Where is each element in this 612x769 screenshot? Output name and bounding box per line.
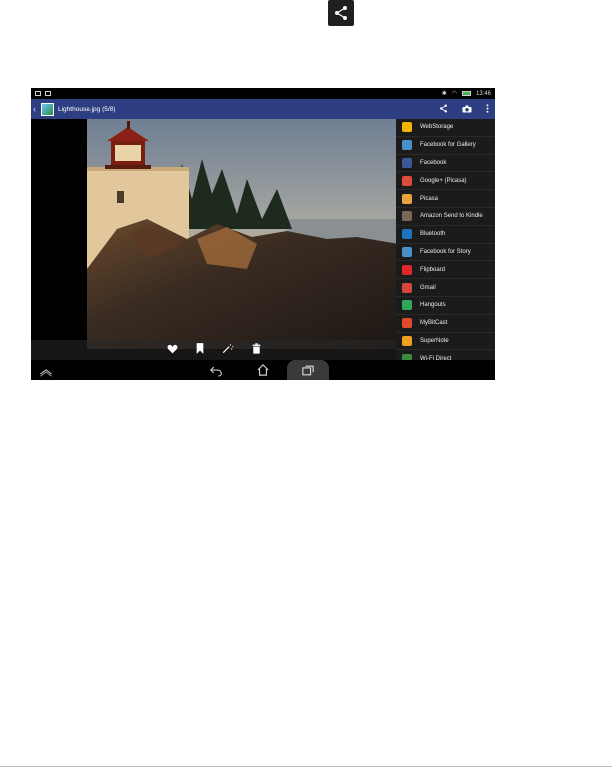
share-menu-item-label: Google+ (Picasa)	[420, 177, 467, 184]
recent-apps-icon[interactable]	[287, 360, 329, 380]
share-menu-item-label: MyBitCast	[420, 320, 448, 327]
recent-up-icon[interactable]	[39, 364, 53, 380]
share-menu-item-label: Picasa	[420, 195, 439, 202]
bluetooth-status-icon: ✱	[441, 91, 447, 97]
magic-wand-icon[interactable]	[222, 341, 234, 359]
action-bar: ‹ Lighthouse.jpg (5/8)	[31, 99, 495, 119]
share-app-icon	[402, 264, 412, 275]
share-menu-item[interactable]: Gmail	[396, 279, 495, 297]
share-menu-item-label: Gmail	[420, 284, 436, 291]
share-menu: WebStorage Facebook for Gallery Facebook Go…	[396, 119, 495, 360]
wifi-icon: ◠	[451, 91, 457, 97]
share-menu-item-label: Hangouts	[420, 302, 446, 309]
share-icon[interactable]	[439, 100, 448, 118]
camera-icon[interactable]	[462, 100, 472, 118]
share-menu-item-label: Bluetooth	[420, 231, 446, 238]
heart-icon[interactable]	[167, 341, 178, 359]
share-app-icon	[402, 282, 412, 293]
share-menu-item[interactable]: Facebook	[396, 155, 495, 173]
share-app-icon	[402, 229, 412, 240]
share-menu-item-label: SuperNote	[420, 337, 449, 344]
tablet-screen: ✱ ◠ 13:46 ‹ Lighthouse.jpg (5/8) WebStor…	[31, 88, 495, 380]
lighthouse-photo	[87, 119, 399, 349]
share-app-icon	[402, 140, 412, 151]
status-bar: ✱ ◠ 13:46	[31, 88, 495, 99]
share-icon[interactable]	[328, 0, 354, 26]
share-menu-item[interactable]: Bluetooth	[396, 226, 495, 244]
share-menu-item-label: Amazon Send to Kindle	[420, 213, 483, 220]
gallery-thumbnail-icon[interactable]	[41, 102, 54, 116]
share-app-icon	[402, 300, 412, 311]
up-chevron-icon[interactable]: ‹	[31, 104, 41, 114]
share-menu-item-label: Facebook for Story	[420, 248, 471, 255]
navigation-bar	[31, 360, 495, 380]
share-menu-item[interactable]: WebStorage	[396, 119, 495, 137]
share-menu-item-label: Facebook for Gallery	[420, 142, 476, 149]
share-menu-item-label: WebStorage	[420, 124, 454, 131]
gallery-notification-icon	[45, 91, 51, 96]
bookmark-icon[interactable]	[196, 341, 204, 359]
share-app-icon	[402, 211, 412, 222]
share-app-icon	[402, 193, 412, 204]
battery-icon	[461, 91, 471, 96]
home-icon[interactable]	[257, 363, 269, 380]
notification-icon	[35, 91, 41, 96]
share-menu-item-label: Facebook	[420, 159, 447, 166]
page-title: Lighthouse.jpg (5/8)	[58, 105, 116, 113]
share-menu-item[interactable]: MyBitCast	[396, 315, 495, 333]
share-app-icon	[402, 246, 412, 257]
share-menu-item[interactable]: Hangouts	[396, 297, 495, 315]
share-menu-item[interactable]: Picasa	[396, 190, 495, 208]
page-divider	[0, 766, 612, 767]
share-menu-item[interactable]: Amazon Send to Kindle	[396, 208, 495, 226]
photo-action-bar	[31, 340, 396, 360]
share-menu-item-label: Flipboard	[420, 266, 446, 273]
share-menu-item[interactable]: Wi-Fi Direct	[396, 350, 495, 360]
share-menu-item[interactable]: Facebook for Story	[396, 244, 495, 262]
share-app-icon	[402, 157, 412, 168]
share-menu-item[interactable]: Flipboard	[396, 261, 495, 280]
share-app-icon	[402, 335, 412, 346]
trash-icon[interactable]	[252, 341, 261, 359]
share-menu-item[interactable]: Google+ (Picasa)	[396, 172, 495, 191]
back-icon[interactable]	[209, 364, 222, 380]
overflow-menu-icon[interactable]	[486, 100, 489, 118]
share-app-icon	[402, 318, 412, 329]
share-menu-item[interactable]: SuperNote	[396, 333, 495, 351]
share-app-icon	[402, 122, 412, 133]
share-menu-item[interactable]: Facebook for Gallery	[396, 137, 495, 155]
status-time: 13:46	[475, 90, 491, 97]
share-app-icon	[402, 175, 412, 186]
